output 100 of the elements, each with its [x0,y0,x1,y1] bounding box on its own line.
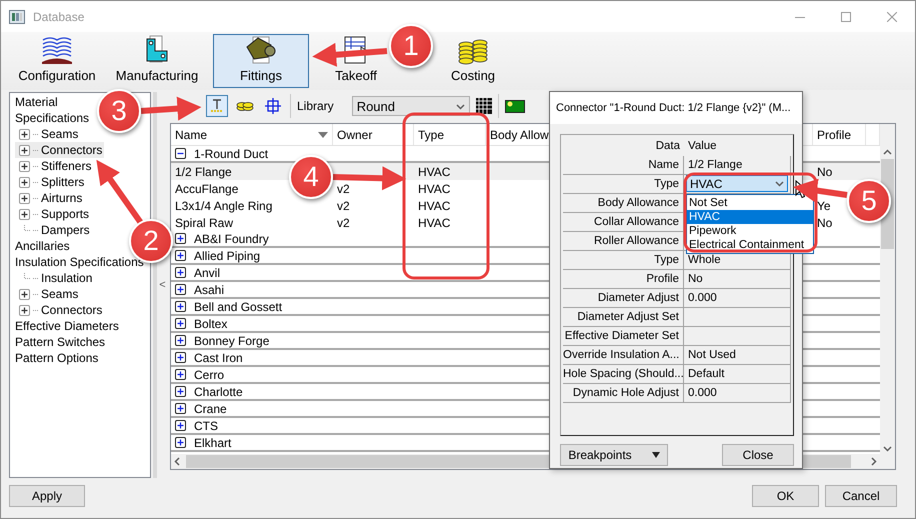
chevron-down-icon[interactable] [883,444,892,453]
expand-icon[interactable] [175,386,186,397]
table-cell-text: AccuFlange [174,182,238,196]
table-cell-text: No [816,164,832,178]
expand-icon[interactable] [175,437,186,448]
chevron-up-icon[interactable] [883,148,892,157]
book-icon [40,35,74,65]
property-label: Hole Spacing (Should... [563,365,684,384]
expand-icon[interactable] [175,301,186,312]
expand-icon[interactable] [19,192,30,204]
ok-button[interactable]: OK [752,485,819,507]
dropdown-option[interactable]: HVAC [687,210,813,224]
property-value: Not Used [684,346,791,365]
apply-button[interactable]: Apply [9,485,85,507]
tree-item[interactable]: Effective Diameters [15,318,121,334]
menu-button[interactable]: Breakpoints [560,444,668,466]
property-label: Collar Allowance [563,213,684,232]
expand-icon[interactable] [19,128,30,140]
tree-item[interactable]: Connectors [15,142,104,158]
library-label: Library [297,99,334,113]
tool-button[interactable] [262,95,284,117]
chevron-right-icon[interactable] [869,457,878,466]
table-cell-text: Spiral Raw [174,216,234,230]
tree-item[interactable]: Dampers [15,222,92,238]
expand-icon[interactable] [175,233,186,244]
flag-icon[interactable] [504,99,525,113]
tree-item[interactable]: Insulation Specifications [15,254,146,270]
table-cell-text: HVAC [417,164,450,178]
expand-icon[interactable] [175,267,186,278]
table-cell-text: L3x1/4 Angle Ring [174,198,272,212]
coins-icon [236,100,254,112]
tree-item[interactable]: Insulation [15,270,94,286]
property-label: Type [563,251,684,270]
property-value: Default [684,365,791,384]
expand-icon[interactable] [19,176,30,188]
collapse-icon[interactable] [175,148,186,159]
text-tool-icon [209,98,225,114]
type-dropdown[interactable]: HVAC [686,175,788,192]
property-label: Type [563,175,684,194]
ribbon-button[interactable]: Configuration [13,34,101,88]
tree-item[interactable]: Airturns [15,190,84,206]
tree-item[interactable]: Seams [15,286,80,302]
cancel-button[interactable]: Cancel [825,485,897,507]
tree-item[interactable]: Ancillaries [15,238,72,254]
property-value: No [684,270,791,289]
chevron-left-icon[interactable] [173,457,182,466]
property-label: Override Insulation A... [563,346,684,365]
table-cell-text: Ye [816,198,831,212]
tree-item[interactable]: Specifications [15,110,92,126]
column-header[interactable]: Name [171,124,333,145]
tree-item[interactable]: Pattern Options [15,350,100,366]
column-header[interactable]: Type [414,124,486,145]
grid-icon[interactable] [476,98,492,114]
window-title: Database [33,10,84,24]
expand-icon[interactable] [175,335,186,346]
tool-button[interactable] [206,95,228,117]
chevron-down-icon[interactable] [775,179,784,188]
tree-item[interactable]: Splitters [15,174,86,190]
expand-icon[interactable] [175,318,186,329]
tree-item[interactable]: Pattern Switches [15,334,108,350]
group-name: Allied Piping [194,248,260,262]
expand-icon[interactable] [175,352,186,363]
expand-icon[interactable] [19,304,30,316]
ribbon-button[interactable]: Fittings [213,34,309,88]
property-label: Effective Diameter Set [563,327,684,346]
expand-icon[interactable] [175,250,186,261]
column-header[interactable]: Owner [333,124,414,145]
expand-icon[interactable] [19,144,30,156]
table-cell-text: No [816,216,832,230]
table-cell-text: v2 [336,182,350,196]
table-cell-text: 1/2 Flange [174,164,232,178]
expand-icon[interactable] [19,288,30,300]
tree-item[interactable]: Seams [15,126,80,142]
expand-icon[interactable] [175,420,186,431]
collapse-button[interactable]: < [159,279,166,291]
chevron-down-icon[interactable] [456,102,465,110]
property-label: Diameter Adjust [563,289,684,308]
callout-arrow [140,96,202,121]
expand-icon[interactable] [175,403,186,414]
vertical-scrollbar[interactable] [880,124,895,469]
app-icon [9,10,25,24]
expand-icon[interactable] [19,160,30,172]
tree-item[interactable]: Material [15,94,60,110]
group-name: Boltex [194,316,228,330]
expand-icon[interactable] [175,369,186,380]
tree-item[interactable]: Supports [15,206,92,222]
table-cell-text: v2 [336,216,350,230]
group-name: CTS [194,418,218,432]
library-dropdown[interactable]: Round [352,96,470,116]
ribbon-button[interactable]: Costing [437,34,509,88]
tree-item[interactable]: Stiffeners [15,158,94,174]
expand-icon[interactable] [19,208,30,220]
table-cell-text: HVAC [417,182,450,196]
column-header[interactable]: Profile [813,124,866,145]
table-cell-text: v2 [336,198,350,212]
ribbon-button[interactable]: Manufacturing [107,34,207,88]
ribbon-button[interactable]: Takeoff [325,34,387,88]
tree-item[interactable]: Connectors [15,302,104,318]
close-button[interactable]: Close [722,444,794,466]
expand-icon[interactable] [175,284,186,295]
